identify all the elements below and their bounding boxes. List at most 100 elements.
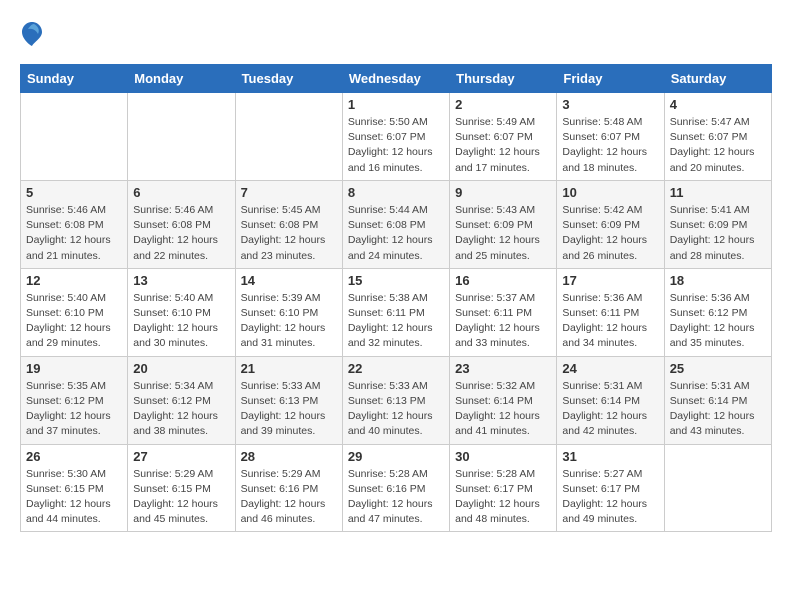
- day-number: 13: [133, 273, 229, 288]
- day-info: Sunrise: 5:32 AM Sunset: 6:14 PM Dayligh…: [455, 379, 551, 440]
- day-number: 31: [562, 449, 658, 464]
- day-info: Sunrise: 5:30 AM Sunset: 6:15 PM Dayligh…: [26, 467, 122, 528]
- day-info: Sunrise: 5:28 AM Sunset: 6:16 PM Dayligh…: [348, 467, 444, 528]
- calendar-cell: 9 Sunrise: 5:43 AM Sunset: 6:09 PM Daylig…: [450, 180, 557, 268]
- weekday-header-thursday: Thursday: [450, 65, 557, 93]
- day-info: Sunrise: 5:47 AM Sunset: 6:07 PM Dayligh…: [670, 115, 766, 176]
- calendar-cell: 8 Sunrise: 5:44 AM Sunset: 6:08 PM Daylig…: [342, 180, 449, 268]
- day-number: 14: [241, 273, 337, 288]
- calendar-week-2: 5 Sunrise: 5:46 AM Sunset: 6:08 PM Daylig…: [21, 180, 772, 268]
- calendar-cell: 5 Sunrise: 5:46 AM Sunset: 6:08 PM Daylig…: [21, 180, 128, 268]
- calendar-cell: 27Sunrise: 5:29 AM Sunset: 6:15 PM Dayli…: [128, 444, 235, 532]
- calendar-cell: 7 Sunrise: 5:45 AM Sunset: 6:08 PM Daylig…: [235, 180, 342, 268]
- weekday-header-sunday: Sunday: [21, 65, 128, 93]
- day-info: Sunrise: 5:38 AM Sunset: 6:11 PM Dayligh…: [348, 291, 444, 352]
- day-number: 29: [348, 449, 444, 464]
- calendar-cell: 13 Sunrise: 5:40 AM Sunset: 6:10 PM Dayli…: [128, 268, 235, 356]
- weekday-header-wednesday: Wednesday: [342, 65, 449, 93]
- day-number: 28: [241, 449, 337, 464]
- day-number: 16: [455, 273, 551, 288]
- day-number: 18: [670, 273, 766, 288]
- calendar-cell: 12Sunrise: 5:40 AM Sunset: 6:10 PM Dayli…: [21, 268, 128, 356]
- weekday-header-tuesday: Tuesday: [235, 65, 342, 93]
- logo-icon: [20, 20, 44, 48]
- day-number: 12: [26, 273, 122, 288]
- calendar-cell: 29 Sunrise: 5:28 AM Sunset: 6:16 PM Dayli…: [342, 444, 449, 532]
- day-info: Sunrise: 5:31 AM Sunset: 6:14 PM Dayligh…: [670, 379, 766, 440]
- day-number: 1: [348, 97, 444, 112]
- calendar-cell: [21, 93, 128, 181]
- day-info: Sunrise: 5:44 AM Sunset: 6:08 PM Dayligh…: [348, 203, 444, 264]
- calendar-week-3: 12 Sunrise: 5:40 AM Sunset: 6:10 PM Dayli…: [21, 268, 772, 356]
- calendar-cell: 26 Sunrise: 5:30 AM Sunset: 6:15 PM Dayli…: [21, 444, 128, 532]
- calendar-cell: 14 Sunrise: 5:39 AM Sunset: 6:10 PM Dayli…: [235, 268, 342, 356]
- day-info: Sunrise: 5:43 AM Sunset: 6:09 PM Dayligh…: [455, 203, 551, 264]
- calendar-cell: 28 Sunrise: 5:29 AM Sunset: 6:16 PM Dayli…: [235, 444, 342, 532]
- day-number: 25: [670, 361, 766, 376]
- day-info: Sunrise: 5:33 AM Sunset: 6:13 PM Dayligh…: [348, 379, 444, 440]
- day-info: Sunrise: 5:34 AM Sunset: 6:12 PM Dayligh…: [133, 379, 229, 440]
- calendar-cell: 10Sunrise: 5:42 AM Sunset: 6:09 PM Dayli…: [557, 180, 664, 268]
- calendar-cell: 22 Sunrise: 5:33 AM Sunset: 6:13 PM Dayli…: [342, 356, 449, 444]
- calendar-cell: 20 Sunrise: 5:34 AM Sunset: 6:12 PM Dayli…: [128, 356, 235, 444]
- day-info: Sunrise: 5:37 AM Sunset: 6:11 PM Dayligh…: [455, 291, 551, 352]
- day-info: Sunrise: 5:40 AM Sunset: 6:10 PM Dayligh…: [133, 291, 229, 352]
- day-info: Sunrise: 5:48 AM Sunset: 6:07 PM Dayligh…: [562, 115, 658, 176]
- day-info: Sunrise: 5:45 AM Sunset: 6:08 PM Dayligh…: [241, 203, 337, 264]
- day-number: 10: [562, 185, 658, 200]
- day-info: Sunrise: 5:36 AM Sunset: 6:11 PM Dayligh…: [562, 291, 658, 352]
- day-number: 5: [26, 185, 122, 200]
- calendar-week-4: 19Sunrise: 5:35 AM Sunset: 6:12 PM Dayli…: [21, 356, 772, 444]
- day-number: 3: [562, 97, 658, 112]
- day-number: 26: [26, 449, 122, 464]
- day-info: Sunrise: 5:49 AM Sunset: 6:07 PM Dayligh…: [455, 115, 551, 176]
- calendar-week-5: 26 Sunrise: 5:30 AM Sunset: 6:15 PM Dayli…: [21, 444, 772, 532]
- calendar-cell: 3 Sunrise: 5:48 AM Sunset: 6:07 PM Daylig…: [557, 93, 664, 181]
- calendar-cell: 18Sunrise: 5:36 AM Sunset: 6:12 PM Dayli…: [664, 268, 771, 356]
- day-number: 6: [133, 185, 229, 200]
- logo: [20, 20, 48, 48]
- day-number: 17: [562, 273, 658, 288]
- calendar-cell: 4Sunrise: 5:47 AM Sunset: 6:07 PM Daylig…: [664, 93, 771, 181]
- day-info: Sunrise: 5:39 AM Sunset: 6:10 PM Dayligh…: [241, 291, 337, 352]
- day-info: Sunrise: 5:28 AM Sunset: 6:17 PM Dayligh…: [455, 467, 551, 528]
- day-number: 20: [133, 361, 229, 376]
- weekday-header-monday: Monday: [128, 65, 235, 93]
- calendar-cell: 2 Sunrise: 5:49 AM Sunset: 6:07 PM Daylig…: [450, 93, 557, 181]
- calendar-cell: 21 Sunrise: 5:33 AM Sunset: 6:13 PM Dayli…: [235, 356, 342, 444]
- calendar-cell: [235, 93, 342, 181]
- calendar-cell: 30 Sunrise: 5:28 AM Sunset: 6:17 PM Dayli…: [450, 444, 557, 532]
- calendar-cell: [664, 444, 771, 532]
- calendar-cell: 6 Sunrise: 5:46 AM Sunset: 6:08 PM Daylig…: [128, 180, 235, 268]
- day-number: 7: [241, 185, 337, 200]
- weekday-header-saturday: Saturday: [664, 65, 771, 93]
- calendar-cell: 15 Sunrise: 5:38 AM Sunset: 6:11 PM Dayli…: [342, 268, 449, 356]
- calendar-cell: 24 Sunrise: 5:31 AM Sunset: 6:14 PM Dayli…: [557, 356, 664, 444]
- day-number: 24: [562, 361, 658, 376]
- day-number: 30: [455, 449, 551, 464]
- calendar-cell: 16 Sunrise: 5:37 AM Sunset: 6:11 PM Dayli…: [450, 268, 557, 356]
- day-number: 11: [670, 185, 766, 200]
- calendar-cell: 25 Sunrise: 5:31 AM Sunset: 6:14 PM Dayli…: [664, 356, 771, 444]
- day-number: 2: [455, 97, 551, 112]
- calendar: SundayMondayTuesdayWednesdayThursdayFrid…: [20, 64, 772, 532]
- day-info: Sunrise: 5:41 AM Sunset: 6:09 PM Dayligh…: [670, 203, 766, 264]
- day-info: Sunrise: 5:46 AM Sunset: 6:08 PM Dayligh…: [133, 203, 229, 264]
- day-info: Sunrise: 5:50 AM Sunset: 6:07 PM Dayligh…: [348, 115, 444, 176]
- day-info: Sunrise: 5:31 AM Sunset: 6:14 PM Dayligh…: [562, 379, 658, 440]
- day-info: Sunrise: 5:33 AM Sunset: 6:13 PM Dayligh…: [241, 379, 337, 440]
- day-number: 9: [455, 185, 551, 200]
- page-header: [20, 20, 772, 48]
- calendar-cell: 1 Sunrise: 5:50 AM Sunset: 6:07 PM Daylig…: [342, 93, 449, 181]
- calendar-cell: [128, 93, 235, 181]
- day-number: 15: [348, 273, 444, 288]
- day-info: Sunrise: 5:27 AM Sunset: 6:17 PM Dayligh…: [562, 467, 658, 528]
- day-info: Sunrise: 5:29 AM Sunset: 6:16 PM Dayligh…: [241, 467, 337, 528]
- day-info: Sunrise: 5:35 AM Sunset: 6:12 PM Dayligh…: [26, 379, 122, 440]
- day-number: 8: [348, 185, 444, 200]
- day-info: Sunrise: 5:46 AM Sunset: 6:08 PM Dayligh…: [26, 203, 122, 264]
- day-number: 21: [241, 361, 337, 376]
- weekday-header-row: SundayMondayTuesdayWednesdayThursdayFrid…: [21, 65, 772, 93]
- day-number: 22: [348, 361, 444, 376]
- calendar-cell: 31 Sunrise: 5:27 AM Sunset: 6:17 PM Dayli…: [557, 444, 664, 532]
